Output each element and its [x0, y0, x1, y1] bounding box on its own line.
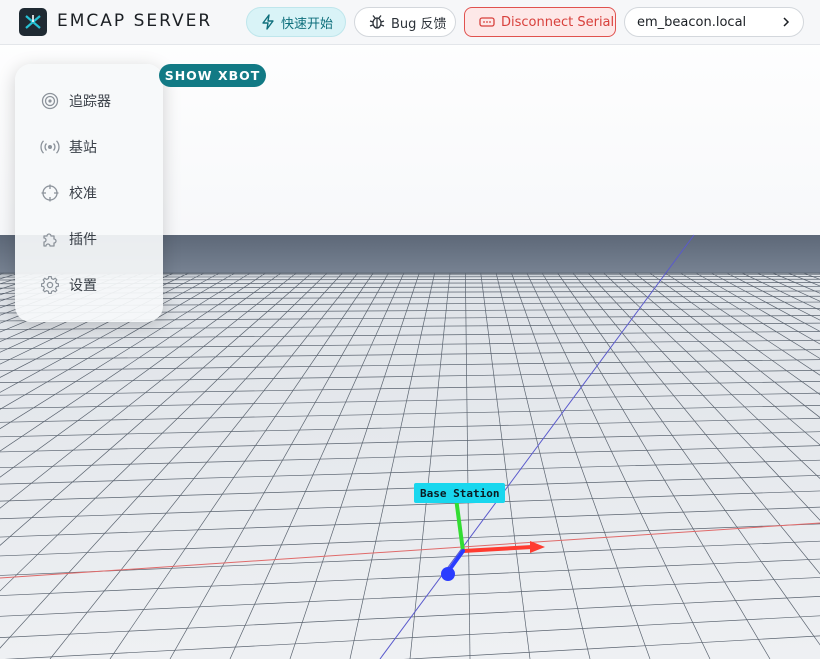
bug-report-label: Bug 反馈 [391, 16, 447, 32]
disconnect-serial-label: Disconnect Serial [501, 14, 615, 30]
sidebar-item-settings[interactable]: 设置 [15, 265, 163, 305]
quick-start-label: 快速开始 [281, 16, 334, 32]
puzzle-icon [40, 229, 60, 249]
top-bar: EMCAP SERVER 快速开始 Bug 反馈 Disconnect Seri… [0, 0, 820, 45]
sidebar-item-label: 基站 [69, 140, 97, 156]
show-xbot-button[interactable]: SHOW XBOT [159, 64, 266, 87]
sidebar-item-trackers[interactable]: 追踪器 [15, 81, 163, 121]
sidebar-item-calibration[interactable]: 校准 [15, 173, 163, 213]
chevron-right-icon [783, 17, 790, 27]
app-title: EMCAP SERVER [57, 11, 213, 31]
sidebar-item-base-stations[interactable]: 基站 [15, 127, 163, 167]
bug-icon [369, 15, 385, 29]
logo-icon [25, 15, 41, 29]
host-selector-button[interactable]: em_beacon.local [624, 7, 804, 37]
sidebar-item-label: 插件 [69, 232, 97, 248]
sidebar-item-label: 设置 [69, 278, 97, 294]
quick-start-button[interactable]: 快速开始 [246, 7, 346, 37]
broadcast-icon [40, 137, 60, 157]
sidebar-item-label: 校准 [69, 186, 97, 202]
target-icon [40, 91, 60, 111]
side-menu: 追踪器 基站 校准 插件 设置 [15, 64, 163, 322]
lightning-icon [262, 14, 274, 30]
gizmo-z-cap [441, 567, 455, 581]
serial-port-icon [479, 17, 495, 27]
app-logo [19, 8, 47, 36]
crosshair-icon [40, 183, 60, 203]
host-label: em_beacon.local [637, 14, 747, 30]
floor [0, 273, 820, 659]
base-station-label: Base Station [414, 483, 506, 503]
sidebar-item-plugins[interactable]: 插件 [15, 219, 163, 259]
sidebar-item-label: 追踪器 [69, 94, 111, 110]
disconnect-serial-button[interactable]: Disconnect Serial [464, 7, 616, 37]
bug-report-button[interactable]: Bug 反馈 [354, 7, 456, 37]
gear-icon [40, 275, 60, 295]
